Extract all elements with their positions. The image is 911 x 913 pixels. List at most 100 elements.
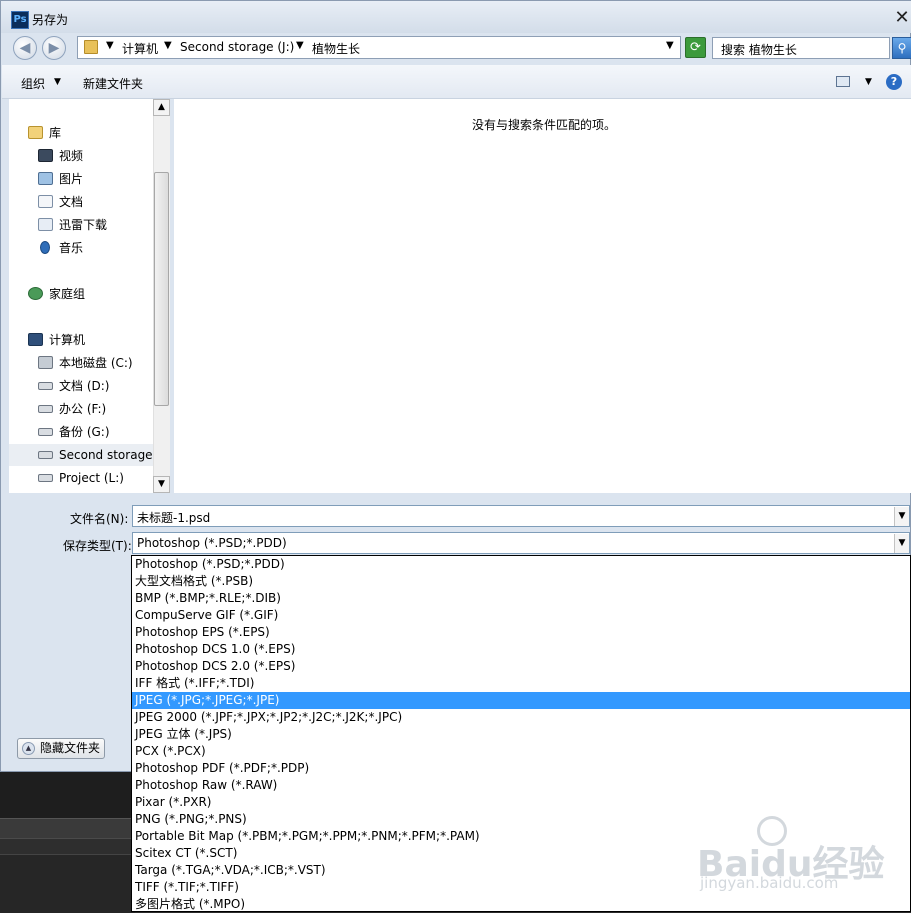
chevron-up-icon: ▲ bbox=[22, 742, 35, 755]
filetype-option[interactable]: Photoshop Raw (*.RAW) bbox=[132, 777, 910, 794]
filetype-option[interactable]: 大型文档格式 (*.PSB) bbox=[132, 573, 910, 590]
breadcrumb-computer[interactable]: 计算机 bbox=[122, 40, 158, 57]
organize-menu[interactable]: 组织 bbox=[21, 75, 45, 92]
empty-message: 没有与搜索条件匹配的项。 bbox=[472, 118, 617, 132]
close-button[interactable]: ✕ bbox=[894, 9, 910, 27]
nav-item-music[interactable]: 音乐 bbox=[9, 237, 153, 259]
nav-item-homegroup[interactable]: 家庭组 bbox=[9, 283, 153, 305]
background-app-panel bbox=[0, 854, 135, 913]
download-icon bbox=[38, 218, 53, 231]
breadcrumb-folder[interactable]: 植物生长 bbox=[312, 40, 360, 57]
filename-input[interactable]: 未标题-1.psd ▼ bbox=[132, 505, 910, 527]
system-drive-icon bbox=[38, 356, 53, 369]
background-app-panel bbox=[0, 838, 135, 855]
picture-icon bbox=[38, 172, 53, 185]
forward-arrow-icon: ▶ bbox=[48, 40, 60, 56]
drive-icon bbox=[38, 474, 53, 482]
drive-icon bbox=[38, 451, 53, 459]
chevron-down-icon[interactable]: ▼ bbox=[54, 77, 61, 87]
search-button[interactable]: ⚲ bbox=[892, 37, 911, 59]
music-icon bbox=[40, 241, 50, 254]
filetype-option[interactable]: 多图片格式 (*.MPO) bbox=[132, 896, 910, 911]
filetype-option[interactable]: JPEG 立体 (*.JPS) bbox=[132, 726, 910, 743]
nav-item-pictures[interactable]: 图片 bbox=[9, 168, 153, 190]
navigation-pane: 库 视频 图片 文档 迅雷下载 音乐 家庭组 计算机 本地磁盘 (C:) 文档 … bbox=[9, 99, 153, 493]
nav-item-library[interactable]: 库 bbox=[9, 122, 153, 144]
filetype-value: Photoshop (*.PSD;*.PDD) bbox=[137, 536, 287, 550]
filetype-option-selected[interactable]: JPEG (*.JPG;*.JPEG;*.JPE) bbox=[132, 692, 910, 709]
nav-item-downloads[interactable]: 迅雷下载 bbox=[9, 214, 153, 236]
chevron-down-icon[interactable]: ▼ bbox=[106, 40, 114, 51]
drive-icon bbox=[38, 405, 53, 413]
view-dropdown-button[interactable]: ▼ bbox=[865, 77, 872, 87]
view-options-icon[interactable] bbox=[836, 76, 850, 87]
breadcrumb-drive[interactable]: Second storage (J:) bbox=[180, 40, 294, 54]
nav-item-label: 音乐 bbox=[59, 241, 84, 255]
refresh-icon: ⟳ bbox=[690, 40, 701, 55]
nav-item-drive-l[interactable]: Project (L:) bbox=[9, 467, 153, 489]
toolbar: 组织 ▼ 新建文件夹 ▼ bbox=[2, 65, 911, 99]
new-folder-button[interactable]: 新建文件夹 bbox=[83, 75, 143, 92]
nav-item-label: 办公 (F:) bbox=[59, 402, 107, 416]
nav-item-video[interactable]: 视频 bbox=[9, 145, 153, 167]
filetype-option[interactable]: Photoshop DCS 2.0 (*.EPS) bbox=[132, 658, 910, 675]
nav-item-label: 计算机 bbox=[49, 333, 86, 347]
filetype-option[interactable]: Photoshop (*.PSD;*.PDD) bbox=[132, 556, 910, 573]
forward-button[interactable]: ▶ bbox=[42, 36, 66, 60]
nav-item-label: 备份 (G:) bbox=[59, 425, 110, 439]
video-icon bbox=[38, 149, 53, 162]
file-list-pane[interactable]: 没有与搜索条件匹配的项。 bbox=[174, 99, 911, 493]
filetype-option[interactable]: Photoshop DCS 1.0 (*.EPS) bbox=[132, 641, 910, 658]
nav-item-label: 家庭组 bbox=[49, 287, 86, 301]
scroll-thumb[interactable] bbox=[154, 172, 169, 406]
back-button[interactable]: ◀ bbox=[13, 36, 37, 60]
chevron-down-icon[interactable]: ▼ bbox=[296, 40, 304, 51]
address-bar[interactable]: ▼ 计算机 ▼ Second storage (J:) ▼ 植物生长 ▼ bbox=[77, 36, 681, 59]
nav-item-label: 本地磁盘 (C:) bbox=[59, 356, 133, 370]
title-bar: Ps 另存为 ✕ bbox=[1, 1, 911, 33]
nav-item-label: Project (L:) bbox=[59, 471, 124, 485]
nav-item-label: Second storage bbox=[59, 448, 153, 462]
scroll-up-button[interactable]: ▲ bbox=[153, 99, 170, 116]
filetype-dropdown-button[interactable]: ▼ bbox=[894, 534, 909, 553]
nav-item-computer[interactable]: 计算机 bbox=[9, 329, 153, 351]
scroll-down-button[interactable]: ▼ bbox=[153, 476, 170, 493]
search-input[interactable]: 搜索 植物生长 bbox=[712, 37, 890, 59]
drive-icon bbox=[38, 382, 53, 390]
document-icon bbox=[38, 195, 53, 208]
watermark-url: jingyan.baidu.com bbox=[700, 874, 839, 892]
drive-icon bbox=[38, 428, 53, 436]
filename-history-dropdown[interactable]: ▼ bbox=[894, 507, 909, 526]
filetype-option[interactable]: BMP (*.BMP;*.RLE;*.DIB) bbox=[132, 590, 910, 607]
help-icon[interactable]: ? bbox=[886, 74, 902, 90]
address-history-dropdown[interactable]: ▼ bbox=[666, 40, 674, 51]
filetype-label: 保存类型(T): bbox=[63, 539, 132, 553]
nav-item-drive-c[interactable]: 本地磁盘 (C:) bbox=[9, 352, 153, 374]
hide-folders-button[interactable]: ▲ 隐藏文件夹 bbox=[17, 738, 105, 759]
search-icon: ⚲ bbox=[897, 41, 907, 55]
nav-item-drive-j[interactable]: Second storage bbox=[9, 444, 153, 466]
homegroup-icon bbox=[28, 287, 43, 300]
filetype-option[interactable]: PCX (*.PCX) bbox=[132, 743, 910, 760]
filetype-option[interactable]: Photoshop EPS (*.EPS) bbox=[132, 624, 910, 641]
nav-item-drive-g[interactable]: 备份 (G:) bbox=[9, 421, 153, 443]
filetype-option[interactable]: Photoshop PDF (*.PDF;*.PDP) bbox=[132, 760, 910, 777]
computer-icon bbox=[28, 333, 43, 346]
window-title: 另存为 bbox=[32, 13, 69, 27]
nav-item-drive-f[interactable]: 办公 (F:) bbox=[9, 398, 153, 420]
back-arrow-icon: ◀ bbox=[19, 40, 31, 56]
filetype-option[interactable]: IFF 格式 (*.IFF;*.TDI) bbox=[132, 675, 910, 692]
filetype-option[interactable]: CompuServe GIF (*.GIF) bbox=[132, 607, 910, 624]
filetype-option[interactable]: JPEG 2000 (*.JPF;*.JPX;*.JP2;*.J2C;*.J2K… bbox=[132, 709, 910, 726]
nav-item-drive-d[interactable]: 文档 (D:) bbox=[9, 375, 153, 397]
nav-item-documents[interactable]: 文档 bbox=[9, 191, 153, 213]
chevron-down-icon[interactable]: ▼ bbox=[164, 40, 172, 51]
filetype-option[interactable]: PNG (*.PNG;*.PNS) bbox=[132, 811, 910, 828]
folder-icon bbox=[84, 40, 98, 54]
filetype-select[interactable]: Photoshop (*.PSD;*.PDD) ▼ bbox=[132, 532, 910, 554]
background-app-panel bbox=[0, 772, 135, 818]
refresh-button[interactable]: ⟳ bbox=[685, 37, 706, 58]
photoshop-icon: Ps bbox=[11, 11, 29, 29]
library-icon bbox=[28, 126, 43, 139]
filetype-option[interactable]: Pixar (*.PXR) bbox=[132, 794, 910, 811]
